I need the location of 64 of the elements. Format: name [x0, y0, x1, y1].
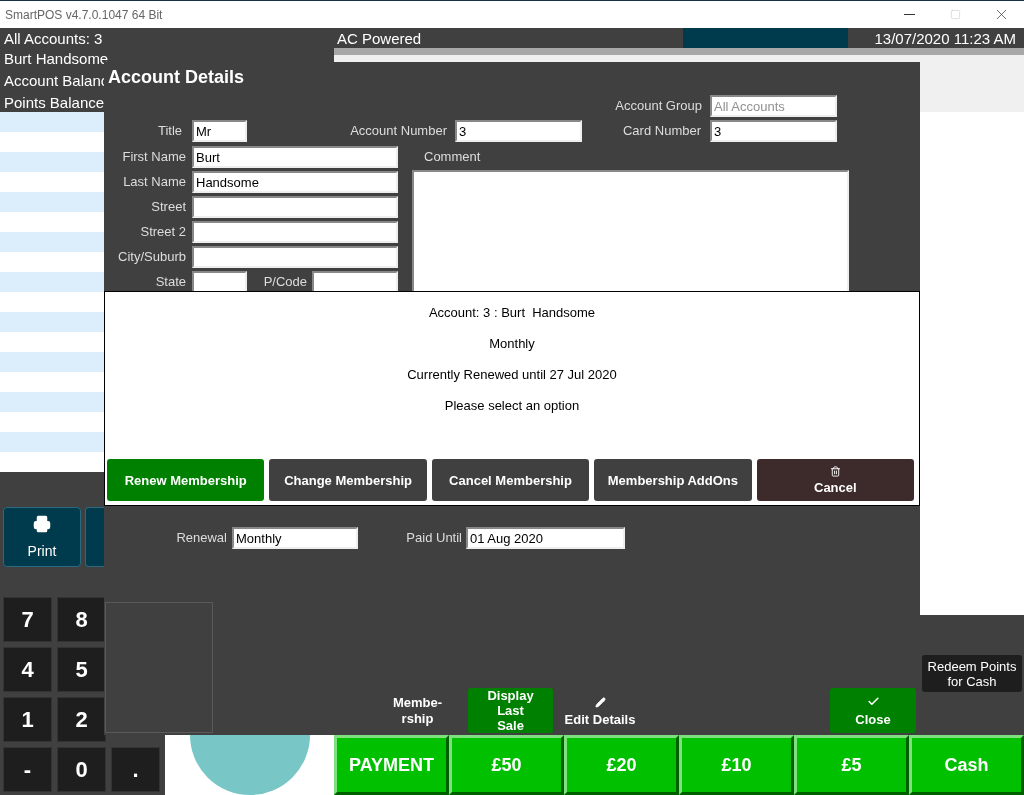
close-button[interactable]: Close — [830, 688, 916, 733]
display-last-sale-button[interactable]: Display Last Sale — [468, 688, 553, 733]
text-field[interactable] — [312, 271, 398, 293]
minimize-icon — [903, 14, 915, 15]
edit-details-button[interactable]: Edit Details — [565, 697, 635, 727]
print-button[interactable]: Print — [3, 507, 81, 567]
window-title: SmartPOS v4.7.0.1047 64 Bit — [5, 7, 164, 22]
cancel-button[interactable]: Cancel — [756, 459, 915, 501]
field-label: Comment — [423, 148, 482, 166]
text-field[interactable]: Mr — [192, 120, 247, 142]
date-time: 13/07/2020 11:23 AM — [873, 29, 1017, 47]
dialog-text: Account: 3 : Burt Handsome — [428, 304, 596, 322]
keypad-key[interactable]: 4 — [3, 647, 52, 692]
keypad-key[interactable]: 5 — [57, 647, 106, 692]
text-field[interactable] — [192, 246, 398, 268]
dialog-text: Currently Renewed until 27 Jul 2020 — [407, 366, 617, 384]
membership-option-button[interactable]: Renew Membership — [107, 459, 265, 501]
pencil-icon — [594, 697, 606, 708]
customer-info: Burt Handsome — [3, 50, 109, 69]
membership-option-button[interactable]: Membership AddOns — [594, 459, 752, 501]
membership-option-button[interactable]: Change Membership — [269, 459, 427, 501]
dialog-text: Monthly — [489, 335, 535, 353]
action-button[interactable] — [85, 507, 104, 567]
field-label: Card Number — [621, 122, 701, 140]
text-field[interactable]: Handsome — [192, 171, 398, 193]
text-field[interactable]: Burt — [192, 146, 398, 168]
membership-option-button[interactable]: Cancel Membership — [431, 459, 590, 501]
text-field[interactable] — [192, 196, 398, 218]
field-label: Account Number — [349, 122, 447, 140]
field-label: Account Group — [614, 97, 702, 115]
text-field[interactable] — [192, 221, 398, 243]
customer-info: Account Balanc — [3, 72, 109, 91]
membership-button[interactable]: Membe-rship — [390, 695, 445, 727]
printer-icon — [33, 515, 51, 533]
field-label: Last Name — [122, 173, 186, 191]
keypad-key[interactable]: . — [111, 747, 160, 792]
field-label: City/Suburb — [117, 248, 186, 266]
maximize-icon — [949, 9, 961, 20]
trash-icon — [829, 465, 841, 477]
field-label: Title — [156, 122, 182, 140]
redeem-points-button[interactable]: Redeem Points for Cash — [922, 655, 1022, 692]
keypad-key[interactable]: 2 — [57, 697, 106, 742]
field-label: P/Code — [262, 273, 307, 291]
text-field[interactable]: 3 — [710, 120, 837, 142]
text-field[interactable]: 01 Aug 2020 — [466, 527, 625, 549]
keypad-key[interactable]: 7 — [3, 597, 52, 642]
keypad-key[interactable]: 0 — [57, 747, 106, 792]
field-label: Street — [150, 198, 186, 216]
keypad-key[interactable]: 8 — [57, 597, 106, 642]
customer-info: Points Balance: — [3, 94, 109, 113]
field-label: State — [154, 273, 186, 291]
power-status: AC Powered — [336, 29, 423, 47]
keypad-key[interactable]: - — [3, 747, 52, 792]
dialog-text: Please select an option — [444, 397, 580, 415]
field-label: Street 2 — [139, 223, 186, 241]
check-icon — [866, 694, 880, 708]
field-label: Renewal — [175, 529, 227, 547]
text-field[interactable] — [192, 271, 247, 293]
field-label: Paid Until — [405, 529, 462, 547]
keypad-key[interactable]: 1 — [3, 697, 52, 742]
text-field[interactable]: Monthly — [232, 527, 358, 549]
text-field[interactable]: 3 — [455, 120, 582, 142]
account-count: All Accounts: 3 — [3, 29, 104, 47]
field-label: First Name — [121, 148, 186, 166]
